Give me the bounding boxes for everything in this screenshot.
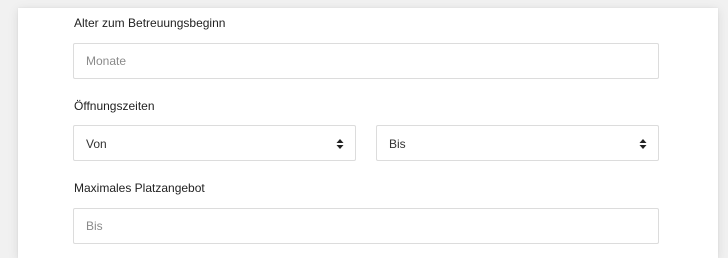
- sort-arrows-icon: [336, 139, 344, 149]
- age-label: Alter zum Betreuungsbeginn: [74, 16, 226, 30]
- opening-to-value: Bis: [389, 137, 406, 151]
- capacity-label: Maximales Platzangebot: [74, 181, 205, 195]
- capacity-field[interactable]: [73, 208, 659, 244]
- sort-arrows-icon: [639, 139, 647, 149]
- age-input[interactable]: [74, 44, 658, 78]
- opening-from-select[interactable]: Von: [73, 125, 356, 161]
- opening-to-select[interactable]: Bis: [376, 125, 659, 161]
- capacity-input[interactable]: [74, 209, 658, 243]
- opening-hours-label: Öffnungszeiten: [74, 99, 155, 113]
- opening-from-value: Von: [86, 137, 107, 151]
- age-field[interactable]: [73, 43, 659, 79]
